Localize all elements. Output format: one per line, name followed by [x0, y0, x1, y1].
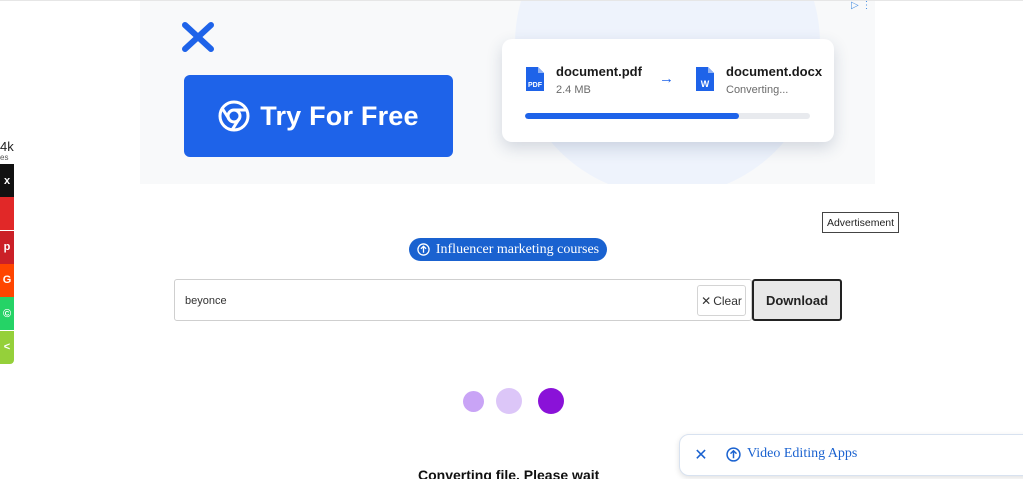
loading-dot	[463, 391, 484, 412]
circle-arrow-icon	[726, 446, 741, 462]
try-for-free-label: Try For Free	[260, 100, 419, 131]
close-icon[interactable]: ✕	[692, 446, 710, 464]
chrome-icon	[218, 100, 250, 132]
adchoices-icon[interactable]: ▷ ⋮	[851, 0, 871, 11]
advertisement-label: Advertisement	[822, 212, 899, 233]
source-file-size: 2.4 MB	[556, 84, 591, 96]
influencer-courses-link[interactable]: Influencer marketing courses	[409, 238, 607, 261]
loading-dot	[496, 388, 522, 414]
brand-logo-icon	[182, 22, 214, 52]
search-input[interactable]	[185, 291, 685, 311]
whatsapp-share-icon[interactable]: ©	[0, 297, 14, 331]
share-count-label: es	[0, 153, 9, 162]
try-for-free-button[interactable]: Try For Free	[184, 75, 453, 157]
pdf-file-icon: PDF	[526, 67, 544, 91]
video-editing-apps-link[interactable]: Video Editing Apps	[726, 446, 857, 462]
target-file-name: document.docx	[726, 64, 823, 79]
clear-label: Clear	[713, 293, 742, 308]
x-share-icon[interactable]: x	[0, 164, 14, 197]
arrow-right-icon: →	[659, 70, 674, 87]
conversion-card: PDF document.pdf 2.4 MB → W document.doc…	[502, 39, 834, 142]
target-file-status: Converting...	[726, 84, 789, 96]
loading-dot	[538, 388, 564, 414]
url-search-box: ✕ Clear	[174, 279, 752, 321]
influencer-courses-label: Influencer marketing courses	[435, 241, 600, 257]
floating-suggestion-chip: ✕ Video Editing Apps	[679, 434, 1023, 476]
svg-text:PDF: PDF	[528, 82, 543, 89]
clear-button[interactable]: ✕ Clear	[697, 285, 746, 316]
source-file: PDF document.pdf 2.4 MB	[524, 64, 642, 96]
download-button[interactable]: Download	[752, 279, 842, 321]
word-file-icon: W	[696, 67, 714, 91]
circle-arrow-icon	[417, 243, 430, 256]
svg-text:W: W	[701, 79, 710, 89]
close-icon: ✕	[701, 293, 712, 308]
reddit-share-icon[interactable]: G	[0, 263, 14, 297]
progress-fill	[525, 113, 739, 119]
share-count: 4k	[0, 139, 14, 154]
pinterest-share-icon[interactable]: p	[0, 230, 14, 264]
flipboard-share-icon[interactable]	[0, 197, 14, 231]
video-editing-apps-label: Video Editing Apps	[747, 446, 858, 461]
ad-banner[interactable]: Try For Free PDF document.pdf 2.4 MB → W…	[140, 1, 875, 184]
source-file-name: document.pdf	[556, 64, 642, 79]
target-file: W document.docx Converting...	[694, 64, 822, 96]
sharethis-icon[interactable]: <	[0, 330, 14, 364]
conversion-progress-bar	[525, 113, 810, 119]
conversion-status-text: Converting file. Please wait	[418, 467, 600, 479]
